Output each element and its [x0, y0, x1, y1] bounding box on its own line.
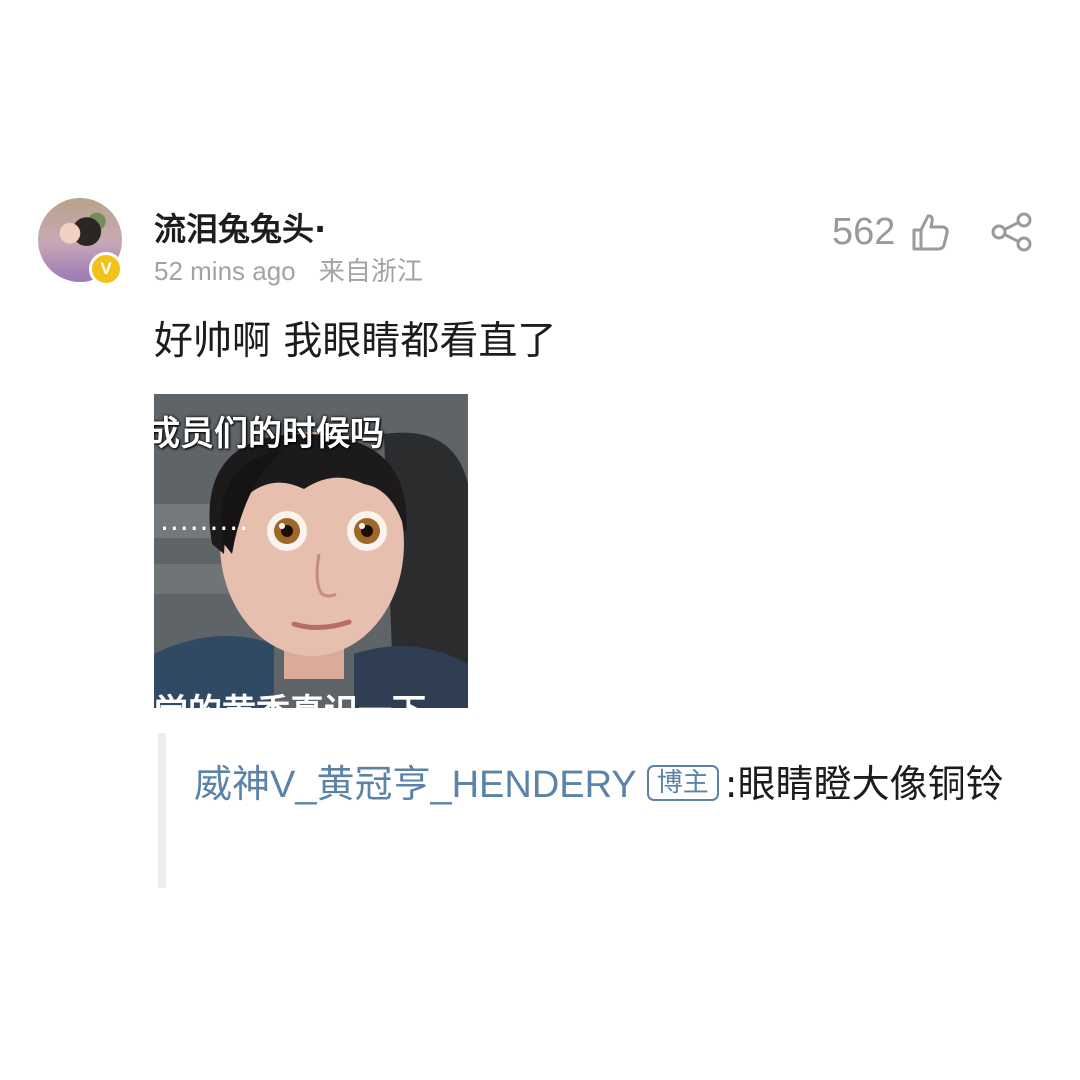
blogger-badge: 博主	[646, 765, 719, 801]
image-caption-top: 成员们的时候吗	[154, 414, 384, 454]
location: 来自浙江	[318, 257, 423, 287]
reply-body: 威神V_黄冠亨_HENDERY 博主:眼睛瞪大像铜铃	[194, 747, 1034, 822]
image-caption-dots: ·········	[160, 512, 250, 545]
reply-author[interactable]: 威神V_黄冠亨_HENDERY	[194, 764, 637, 806]
comment-image[interactable]: 成员们的时候吗 ········· 觉的黄香真识一下	[154, 394, 468, 708]
reply-separator: :	[724, 762, 738, 806]
time-ago: 52 mins ago	[154, 256, 296, 286]
reply-quote[interactable]: 威神V_黄冠亨_HENDERY 博主:眼睛瞪大像铜铃	[158, 733, 1046, 888]
comment-meta: 52 mins ago 来自浙江	[154, 251, 423, 288]
reply-text: 眼睛瞪大像铜铃	[737, 762, 1004, 806]
image-caption-bottom: 觉的黄香真识一下	[154, 684, 426, 708]
like-count[interactable]: 562	[832, 211, 895, 254]
verified-badge-icon: V	[89, 252, 123, 286]
username[interactable]: 流泪兔兔头·	[154, 204, 326, 250]
comment-text: 好帅啊 我眼睛都看直了	[154, 319, 557, 364]
share-icon[interactable]	[990, 212, 1034, 252]
thumbs-up-icon[interactable]	[910, 212, 950, 252]
